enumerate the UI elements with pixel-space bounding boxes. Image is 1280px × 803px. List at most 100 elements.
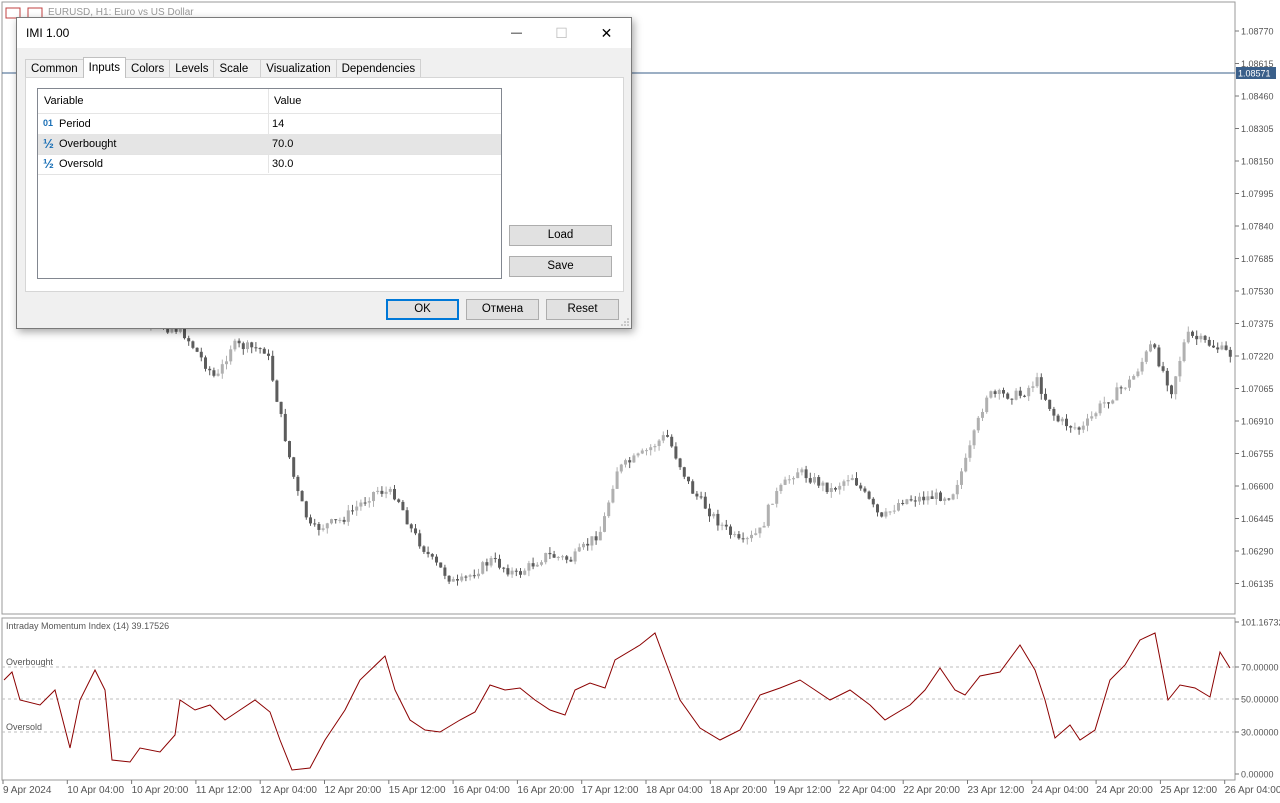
candle-body — [451, 579, 455, 582]
variable-value[interactable]: 70.0 — [272, 134, 293, 154]
candle-body — [1107, 402, 1110, 404]
candle-body — [1018, 390, 1022, 396]
value-column-header[interactable]: Value — [274, 89, 301, 113]
minimize-button[interactable]: — — [494, 18, 539, 48]
price-tick-label: 1.06600 — [1241, 482, 1274, 492]
candle-body — [666, 435, 669, 437]
candle-body — [758, 527, 762, 534]
candle-body — [355, 506, 359, 511]
candle-body — [372, 491, 375, 502]
dialog-title: IMI 1.00 — [26, 26, 70, 40]
candle-body — [204, 357, 207, 369]
candle-body — [225, 361, 228, 365]
candle-body — [888, 511, 892, 513]
candle-body — [670, 436, 674, 447]
candle-body — [741, 538, 745, 540]
candle-body — [1056, 415, 1060, 422]
candle-body — [1153, 344, 1157, 348]
input-row-overbought[interactable]: ½ Overbought 70.0 — [38, 134, 501, 155]
load-button[interactable]: Load — [509, 225, 612, 246]
save-button[interactable]: Save — [509, 256, 612, 277]
close-button[interactable]: ✕ — [584, 18, 629, 48]
candle-body — [682, 467, 686, 477]
candle-body — [174, 328, 178, 332]
tab-inputs[interactable]: Inputs — [82, 57, 126, 78]
candle-body — [439, 562, 443, 568]
candle-body — [1182, 342, 1186, 361]
oversold-label: Oversold — [6, 722, 42, 732]
candle-body — [498, 558, 501, 568]
candle-body — [258, 348, 262, 350]
candle-body — [657, 440, 661, 446]
input-row-period[interactable]: 01 Period 14 — [38, 114, 501, 135]
candle-body — [380, 490, 384, 494]
candle-body — [695, 493, 699, 497]
tab-levels[interactable]: Levels — [169, 59, 215, 78]
cancel-button[interactable]: Отмена — [466, 299, 539, 320]
variable-value[interactable]: 14 — [272, 114, 284, 134]
dialog-tabs: Common Inputs Colors Levels Scale Visual… — [25, 57, 422, 78]
candle-body — [1191, 331, 1194, 336]
time-tick-label: 23 Apr 12:00 — [968, 785, 1025, 796]
candle-body — [548, 552, 552, 555]
tab-common[interactable]: Common — [25, 59, 84, 78]
candle-body — [834, 488, 837, 490]
candle-body — [166, 328, 170, 333]
price-tick-label: 1.06290 — [1241, 547, 1274, 557]
candle-body — [342, 519, 346, 522]
candle-body — [212, 370, 216, 376]
candle-body — [708, 508, 711, 517]
candle-body — [1140, 361, 1144, 372]
tab-dependencies[interactable]: Dependencies — [335, 59, 422, 78]
variable-name: Oversold — [59, 158, 104, 170]
candle-body — [724, 524, 728, 527]
resize-grip-icon[interactable] — [621, 318, 629, 326]
candle-body — [220, 364, 224, 374]
time-axis: 9 Apr 2024 10 Apr 04:00 10 Apr 20:00 11 Apr… — [2, 780, 1280, 796]
candle-body — [586, 543, 590, 546]
candle-body — [195, 347, 199, 352]
candle-body — [573, 551, 577, 562]
price-tick-label: 1.08615 — [1241, 59, 1274, 69]
candle-body — [409, 524, 413, 529]
candle-body — [968, 445, 972, 458]
candle-body — [426, 551, 430, 555]
tab-visualization[interactable]: Visualization — [260, 59, 337, 78]
candle-body — [926, 496, 930, 501]
candle-body — [535, 564, 539, 567]
variable-value[interactable]: 30.0 — [272, 154, 293, 174]
candle-body — [233, 340, 237, 350]
candle-body — [661, 435, 665, 441]
candle-body — [813, 477, 816, 483]
candle-body — [918, 496, 921, 502]
candle-body — [1220, 345, 1224, 350]
candle-body — [565, 556, 569, 560]
candle-body — [1144, 351, 1148, 362]
candle-body — [645, 450, 648, 452]
candle-body — [544, 552, 548, 563]
candle-body — [1006, 393, 1010, 399]
candle-body — [750, 534, 753, 539]
input-row-oversold[interactable]: ½ Oversold 30.0 — [38, 154, 501, 175]
reset-button[interactable]: Reset — [546, 299, 619, 320]
candle-body — [1212, 345, 1215, 348]
tab-colors[interactable]: Colors — [124, 59, 171, 78]
time-tick-label: 16 Apr 20:00 — [517, 785, 574, 796]
candle-body — [611, 488, 615, 503]
candle-body — [859, 485, 863, 489]
ok-button[interactable]: OK — [386, 299, 459, 320]
candle-body — [703, 496, 707, 509]
candle-body — [590, 536, 594, 546]
time-tick-label: 17 Apr 12:00 — [582, 785, 639, 796]
inputs-grid[interactable]: Variable Value 01 Period 14 ½ Overbought… — [37, 88, 502, 279]
candle-body — [981, 412, 984, 418]
candle-body — [556, 556, 560, 558]
candle-body — [901, 503, 905, 505]
dialog-titlebar[interactable]: IMI 1.00 — ☐ ✕ — [17, 18, 631, 48]
double-type-icon: ½ — [43, 156, 54, 171]
candle-body — [1207, 339, 1211, 346]
candle-body — [460, 576, 464, 581]
tab-scale[interactable]: Scale — [213, 59, 262, 78]
imi-properties-dialog[interactable]: IMI 1.00 — ☐ ✕ Common Inputs Colors Leve… — [16, 17, 632, 329]
variable-column-header[interactable]: Variable — [44, 89, 84, 113]
